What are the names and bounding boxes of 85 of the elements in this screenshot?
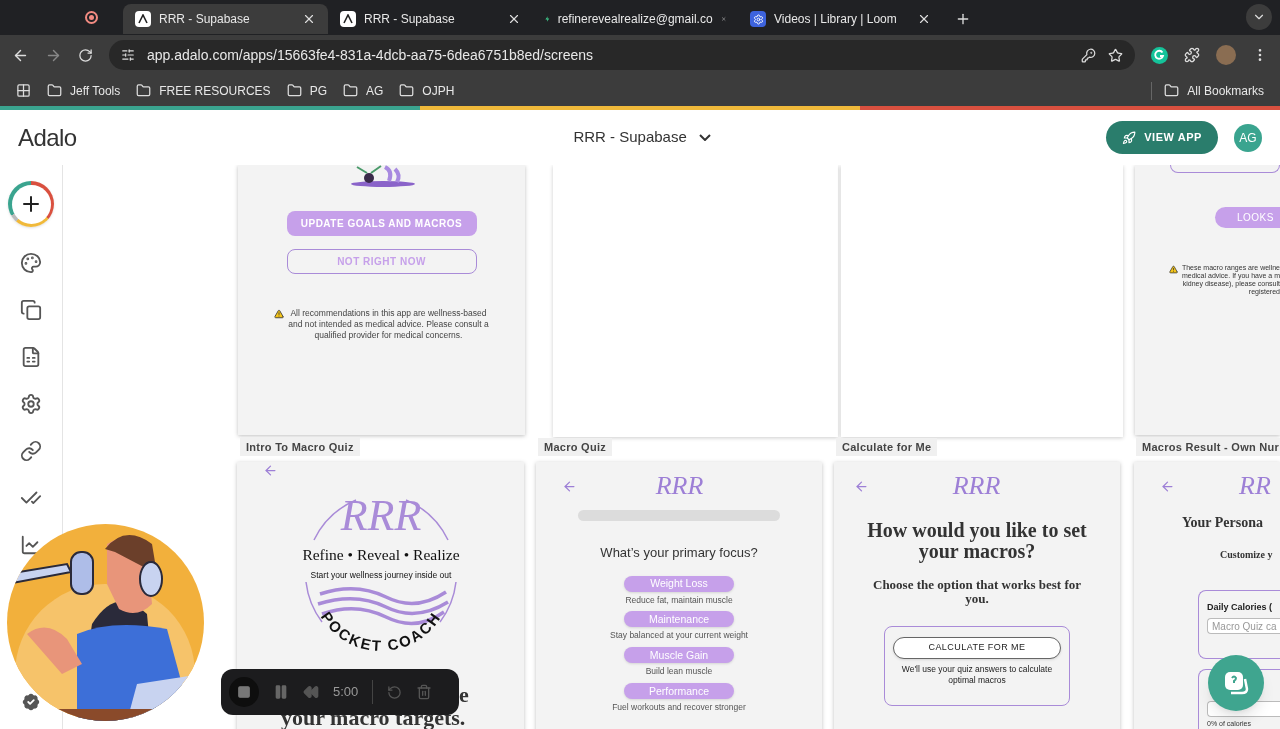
key-icon[interactable] — [1081, 47, 1096, 63]
option-description: Build lean muscle — [645, 665, 713, 678]
bookmark-item[interactable]: PG — [286, 81, 327, 100]
browser-tab[interactable]: RRR - Supabase — [123, 4, 328, 34]
screen-label[interactable]: Macro Quiz — [538, 438, 613, 456]
pause-icon[interactable] — [273, 684, 289, 700]
question-text: What’s your primary focus? — [600, 544, 758, 562]
disclaimer-text: All recommendations in this app are wellness-based and not intended as medical advice. Please consult a qualified provider for medical concerns. — [288, 308, 489, 341]
link-icon[interactable] — [20, 440, 42, 462]
extensions-icon[interactable] — [1184, 47, 1200, 63]
url-text: app.adalo.com/apps/15663fe4-831a-4dcb-aa75-6dea6751b8ed/screens — [147, 45, 594, 65]
tab-title: Videos | Library | Loom — [774, 11, 898, 28]
reload-icon[interactable] — [78, 47, 93, 63]
bookmark-item[interactable]: Jeff Tools — [47, 81, 121, 100]
timer-text: 5:00 — [333, 683, 359, 702]
site-info-icon[interactable] — [121, 48, 135, 62]
app-logo[interactable]: Adalo — [18, 119, 138, 156]
screen-label[interactable]: Intro To Macro Quiz — [240, 438, 360, 456]
subheading-text: Customize y — [1220, 548, 1274, 562]
option-description: Reduce fat, maintain muscle — [625, 593, 733, 607]
record-icon — [85, 11, 98, 24]
screen-label[interactable]: Macros Result - Own Nur — [1136, 438, 1280, 456]
app-switcher[interactable]: RRR - Supabase — [573, 126, 711, 149]
screen-card[interactable]: RRR What’s your primary focus? Weight Loss Reduce fat, maintain muscle Maintenance Stay balanced at your current weight Muscle Gain Build lean muscle Performance Fuel workouts and recover stronger — [536, 462, 822, 729]
bookmark-item[interactable]: FREE RESOURCES — [136, 81, 271, 100]
browser-tab[interactable]: Videos | Library | Loom — [738, 4, 943, 34]
app-logo: RRR — [952, 473, 1001, 499]
option-description: Fuel workouts and recover stronger — [612, 700, 746, 714]
add-button[interactable] — [8, 181, 54, 227]
logo-tagline: Refine • Reveal • Realize — [301, 546, 460, 563]
option-card[interactable]: CALCULATE FOR ME We'll use your quiz answers to calculate optimal macros — [884, 626, 1070, 706]
tab-title: refinerevealrealize@gmail.co — [557, 11, 713, 28]
warning-icon — [274, 309, 285, 319]
folder-icon — [342, 83, 358, 98]
extension-icon[interactable] — [1151, 46, 1168, 64]
bookmark-item[interactable]: All Bookmarks — [1151, 81, 1264, 100]
stop-button[interactable] — [229, 677, 259, 707]
view-app-button[interactable]: VIEW APP — [1106, 121, 1218, 154]
option-description: We'll use your quiz answers to calculate optimal macros — [900, 664, 1054, 686]
new-tab-icon[interactable] — [955, 11, 971, 27]
bookmark-item[interactable]: AG — [342, 81, 384, 100]
browser-tab[interactable]: refinerevealrealize@gmail.co — [533, 4, 738, 34]
subheading-text: Choose the option that works best for you. — [872, 578, 1082, 606]
folder-icon — [286, 83, 302, 98]
calculate-button[interactable]: CALCULATE FOR ME — [893, 637, 1061, 659]
settings-icon[interactable] — [20, 393, 42, 415]
layers-icon[interactable] — [20, 299, 42, 321]
folder-icon — [399, 83, 415, 98]
restart-icon[interactable] — [387, 684, 403, 700]
heading-text: Your Persona — [1182, 514, 1265, 532]
rocket-icon — [1122, 130, 1137, 145]
screen-card[interactable]: RRR How would you like to set your macros? Choose the option that works best for you. CALCULATE FOR ME We'll use your quiz answers to calculate optimal macros — [834, 462, 1120, 729]
logo-mark: RRR — [340, 491, 421, 540]
badge-check-icon[interactable] — [20, 691, 42, 713]
question-chat-icon — [1222, 669, 1250, 697]
palette-icon[interactable] — [20, 252, 42, 274]
folder-icon — [47, 83, 62, 98]
tab-list-button[interactable] — [1246, 4, 1272, 30]
folder-icon — [1164, 83, 1180, 98]
close-icon[interactable] — [302, 12, 316, 26]
app-logo: RRR — [655, 473, 704, 499]
warning-icon — [1168, 265, 1178, 274]
apps-icon[interactable] — [16, 83, 31, 98]
close-icon[interactable] — [917, 12, 931, 26]
stop-icon — [237, 685, 251, 699]
chevron-down-icon — [698, 134, 711, 141]
close-icon[interactable] — [507, 12, 521, 26]
app-logo: RR — [1239, 473, 1271, 499]
database-icon[interactable] — [20, 346, 42, 368]
heading-text: e — [459, 684, 469, 706]
bookmark-star-icon[interactable] — [1108, 47, 1123, 63]
folder-icon — [136, 83, 152, 98]
browser-tab[interactable]: RRR - Supabase — [328, 4, 533, 34]
tab-title: RRR - Supabase — [364, 11, 456, 28]
logo-icon — [135, 11, 151, 27]
logo-icon — [340, 11, 356, 27]
address-bar[interactable]: app.adalo.com/apps/15663fe4-831a-4dcb-aa75-6dea6751b8ed/screens — [109, 40, 1135, 70]
bookmark-item[interactable]: OJPH — [399, 81, 455, 100]
field-label: Daily Calories ( — [1207, 601, 1274, 614]
logo-subtitle: Start your wellness journey inside out — [310, 570, 451, 580]
screen-label[interactable]: Calculate for Me — [836, 438, 938, 456]
tab-title: RRR - Supabase — [159, 11, 251, 28]
heading-text: How would you like to set your macros? — [866, 520, 1088, 562]
gear-icon — [750, 11, 766, 27]
option-description: Stay balanced at your current weight — [610, 629, 748, 642]
